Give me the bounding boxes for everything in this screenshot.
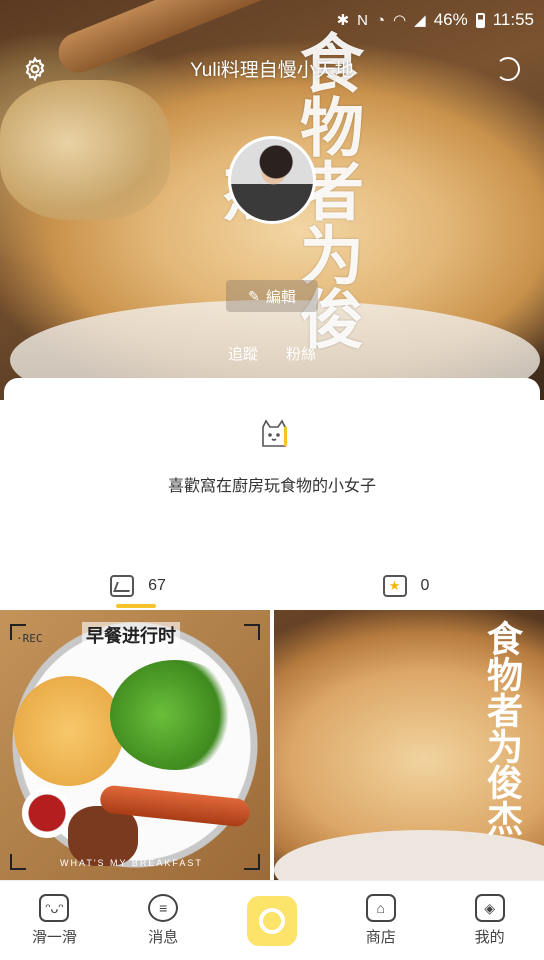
edit-profile-button[interactable]: ✎ 編輯 xyxy=(226,280,318,312)
battery-percent: 46% xyxy=(433,10,468,29)
edit-label: 編輯 xyxy=(265,288,296,306)
follow-stats: 追蹤 粉絲 xyxy=(0,343,544,364)
page-title: Yuli料理自慢小天地 xyxy=(190,59,354,81)
nav-label: 商店 xyxy=(365,929,396,946)
bio-cat-icon xyxy=(262,419,287,447)
gear-icon[interactable] xyxy=(22,56,48,82)
nav-profile[interactable]: ◈ 我的 xyxy=(435,881,544,960)
nav-label: 我的 xyxy=(474,929,505,946)
active-tab-indicator xyxy=(116,604,156,608)
wifi-icon: ◠ xyxy=(393,12,407,29)
profile-bio: 喜歡窩在廚房玩食物的小女子 xyxy=(167,478,376,495)
nav-swipe[interactable]: ᵔᴗᵔ 滑一滑 xyxy=(0,881,109,960)
tile-calligraphy: 食物者为俊杰 xyxy=(481,620,523,836)
profile-card: 喜歡窩在廚房玩食物的小女子 67 ★ 0 xyxy=(4,378,540,610)
nav-shop[interactable]: ⌂ 商店 xyxy=(326,881,435,960)
battery-icon xyxy=(475,12,485,28)
photos-count: 67 xyxy=(148,577,166,594)
nfc-icon: N xyxy=(357,11,368,29)
bottom-nav: ᵔᴗᵔ 滑一滑 ≡ 消息 ⌂ 商店 ◈ 我的 xyxy=(0,880,544,960)
signal-icon: ◢ xyxy=(414,12,426,29)
alarm-icon: ◔ xyxy=(375,11,386,29)
nav-messages[interactable]: ≡ 消息 xyxy=(109,881,218,960)
frame-corner xyxy=(244,624,260,640)
frame-corner xyxy=(10,854,26,870)
shop-icon: ⌂ xyxy=(365,894,396,922)
following-link[interactable]: 追蹤 xyxy=(228,343,258,364)
pancake-graphic xyxy=(14,676,124,786)
status-time: 11:55 xyxy=(492,10,534,29)
top-bar: Yuli料理自慢小天地 xyxy=(0,48,544,88)
status-bar: ✱ N ◔ ◠ ◢ 46% 11:55 xyxy=(0,0,544,40)
frame-corner xyxy=(244,854,260,870)
photo-tile[interactable]: ·REC 早餐进行时 WHAT'S MY BREAKFAST xyxy=(0,610,270,880)
message-icon: ≡ xyxy=(148,894,179,922)
nav-camera[interactable] xyxy=(218,881,327,960)
avatar[interactable] xyxy=(228,136,316,224)
photo-grid: ·REC 早餐进行时 WHAT'S MY BREAKFAST 食物者为俊杰 xyxy=(0,610,544,880)
camera-icon xyxy=(258,907,285,934)
cover-butter-graphic xyxy=(0,80,170,220)
rec-label: ·REC xyxy=(16,632,43,645)
bluetooth-icon: ✱ xyxy=(336,12,350,29)
favorites-count: 0 xyxy=(420,577,430,594)
tile-banner: 早餐进行时 xyxy=(82,622,180,648)
photo-icon xyxy=(110,575,135,597)
pencil-icon: ✎ xyxy=(248,287,260,304)
nav-label: 滑一滑 xyxy=(31,929,77,946)
star-icon: ★ xyxy=(382,575,407,597)
tab-favorites[interactable]: ★ 0 xyxy=(272,564,540,608)
refresh-icon[interactable] xyxy=(496,57,520,81)
salad-graphic xyxy=(110,660,240,770)
jam-graphic xyxy=(22,788,72,838)
photo-tile[interactable]: 食物者为俊杰 xyxy=(274,610,544,880)
face-icon: ᵔᴗᵔ xyxy=(39,894,70,922)
nav-label: 消息 xyxy=(148,929,179,946)
tile-caption: WHAT'S MY BREAKFAST xyxy=(60,858,203,868)
tab-photos[interactable]: 67 xyxy=(4,564,272,608)
camera-button[interactable] xyxy=(246,895,297,946)
profile-icon: ◈ xyxy=(474,894,505,922)
followers-link[interactable]: 粉絲 xyxy=(286,343,316,364)
content-tabs: 67 ★ 0 xyxy=(4,564,540,608)
